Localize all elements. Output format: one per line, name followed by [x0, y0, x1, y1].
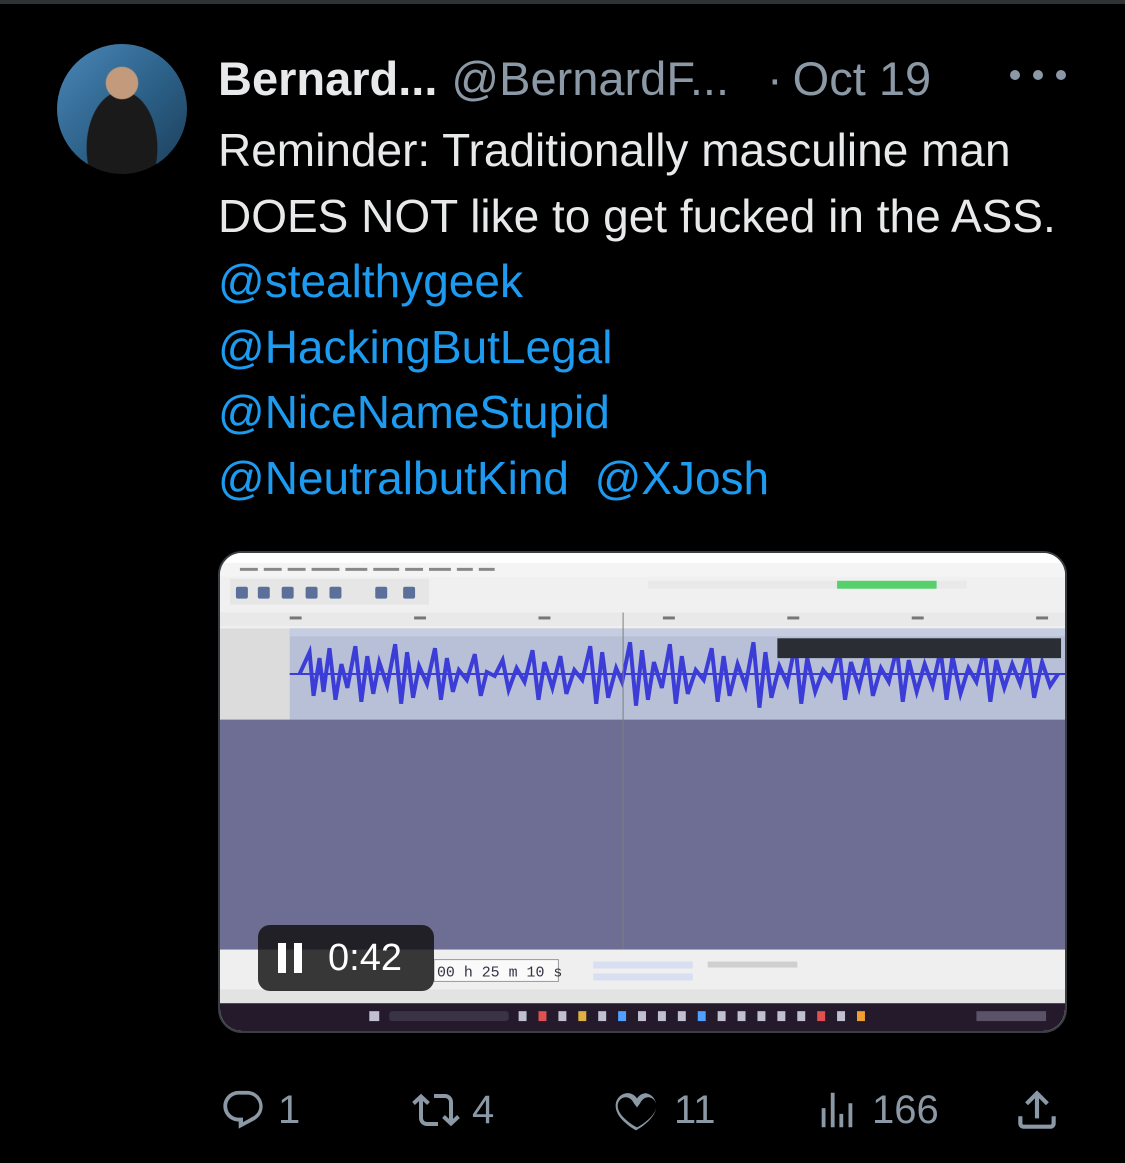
- tweet-body: Reminder: Traditionally masculine man DO…: [218, 124, 1056, 242]
- mention-link[interactable]: @NeutralbutKind: [218, 452, 569, 504]
- repost-icon: [412, 1086, 460, 1134]
- views-button[interactable]: 166: [814, 1075, 939, 1145]
- video-elapsed-time: 0:42: [328, 936, 402, 979]
- share-icon: [1012, 1085, 1062, 1135]
- tweet-header: Bernard... @BernardF... · Oct 19: [218, 48, 931, 108]
- repost-button[interactable]: 4: [412, 1075, 494, 1145]
- views-icon: [814, 1087, 860, 1133]
- mention-link[interactable]: @HackingButLegal: [218, 321, 612, 373]
- display-name[interactable]: Bernard...: [218, 51, 437, 106]
- heart-icon: [612, 1085, 662, 1135]
- svg-text:00 h 25 m 10 s: 00 h 25 m 10 s: [437, 965, 562, 981]
- like-button[interactable]: 11: [612, 1075, 716, 1145]
- reply-icon: [220, 1087, 266, 1133]
- mention-link[interactable]: @NiceNameStupid: [218, 386, 610, 438]
- reply-button[interactable]: 1: [220, 1075, 300, 1145]
- like-count: 11: [674, 1087, 716, 1132]
- tweet-text: Reminder: Traditionally masculine man DO…: [218, 118, 1098, 511]
- user-handle[interactable]: @BernardF...: [451, 51, 729, 106]
- repost-count: 4: [472, 1087, 495, 1132]
- tweet-date[interactable]: Oct 19: [793, 51, 931, 106]
- share-button[interactable]: [1012, 1075, 1062, 1145]
- reply-count: 1: [278, 1087, 301, 1132]
- top-divider: [0, 0, 1125, 4]
- playback-control[interactable]: 0:42: [258, 925, 434, 991]
- pause-icon[interactable]: [278, 943, 302, 973]
- more-icon[interactable]: [1010, 62, 1066, 88]
- avatar[interactable]: [57, 44, 187, 174]
- separator-dot: ·: [767, 51, 783, 105]
- mention-link[interactable]: @XJosh: [595, 452, 770, 504]
- action-bar: 1 4 11 166: [0, 1075, 1125, 1145]
- mention-link[interactable]: @stealthygeek: [218, 255, 523, 307]
- view-count: 166: [872, 1087, 939, 1132]
